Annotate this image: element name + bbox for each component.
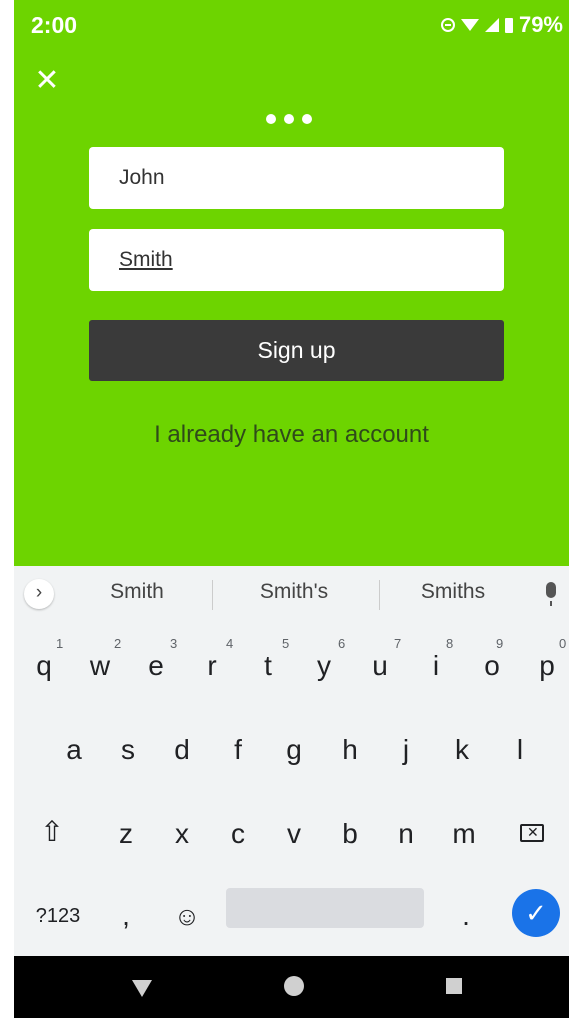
- suggestion-1[interactable]: Smith: [62, 580, 212, 604]
- key-m[interactable]: m: [446, 806, 482, 862]
- key-k[interactable]: k: [446, 722, 478, 778]
- key-w[interactable]: w2: [84, 636, 121, 694]
- key-comma[interactable]: ,: [114, 888, 138, 944]
- key-g[interactable]: g: [278, 722, 310, 778]
- key-z[interactable]: z: [110, 806, 142, 862]
- suggestion-strip: › Smith Smith's Smiths: [14, 566, 569, 622]
- status-time: 2:00: [31, 12, 78, 38]
- key-x[interactable]: x: [166, 806, 198, 862]
- checkmark-icon[interactable]: ✓: [512, 889, 560, 937]
- key-a[interactable]: a: [58, 722, 90, 778]
- key-i[interactable]: i8: [420, 636, 453, 694]
- backspace-icon[interactable]: [520, 824, 544, 842]
- first-name-field[interactable]: John: [89, 147, 504, 209]
- chevron-right-icon[interactable]: ›: [24, 579, 54, 609]
- recents-square-icon[interactable]: [446, 978, 462, 994]
- key-s[interactable]: s: [112, 722, 144, 778]
- key-y[interactable]: y6: [308, 636, 345, 694]
- suggestion-divider: [212, 580, 213, 610]
- last-name-value: Smith: [119, 248, 173, 271]
- key-o[interactable]: o9: [476, 636, 508, 694]
- key-row-2: a s d f g h j k l: [14, 722, 569, 778]
- key-t[interactable]: t5: [252, 636, 289, 694]
- status-icons: 79%: [440, 12, 563, 38]
- key-j[interactable]: j: [390, 722, 422, 778]
- signal-icon: [484, 18, 499, 32]
- key-period[interactable]: .: [454, 888, 478, 944]
- last-name-field[interactable]: Smith: [89, 229, 504, 291]
- back-triangle-icon[interactable]: [132, 980, 152, 997]
- home-circle-icon[interactable]: [284, 976, 304, 996]
- key-v[interactable]: v: [278, 806, 310, 862]
- key-l[interactable]: l: [504, 722, 536, 778]
- suggestion-3[interactable]: Smiths: [378, 580, 528, 604]
- mic-icon[interactable]: [546, 582, 556, 606]
- key-f[interactable]: f: [222, 722, 254, 778]
- sign-up-button[interactable]: Sign up: [89, 320, 504, 381]
- key-n[interactable]: n: [390, 806, 422, 862]
- key-r[interactable]: r4: [196, 636, 233, 694]
- key-row-1: q1 w2 e3 r4 t5 y6 u7 i8 o9 p0: [14, 636, 569, 694]
- emoji-icon[interactable]: ☺: [172, 888, 202, 944]
- key-c[interactable]: c: [222, 806, 254, 862]
- existing-account-link[interactable]: I already have an account: [14, 421, 569, 449]
- battery-icon: [504, 17, 513, 33]
- first-name-value: John: [119, 166, 165, 189]
- wifi-icon: [460, 19, 479, 31]
- key-p[interactable]: p0: [531, 636, 566, 694]
- key-u[interactable]: u7: [364, 636, 401, 694]
- battery-percent: 79%: [518, 12, 563, 37]
- more-dots-icon[interactable]: [266, 114, 312, 124]
- soft-keyboard: › Smith Smith's Smiths q1 w2 e3 r4 t5 y6…: [14, 566, 569, 956]
- key-q[interactable]: q1: [28, 636, 63, 694]
- key-h[interactable]: h: [334, 722, 366, 778]
- status-bar: 2:00 79%: [14, 0, 569, 52]
- symbols-key[interactable]: ?123: [26, 888, 90, 944]
- navigation-bar: [14, 956, 569, 1018]
- key-e[interactable]: e3: [140, 636, 177, 694]
- space-bar[interactable]: [226, 888, 424, 928]
- key-row-3: z x c v b n m: [14, 806, 569, 862]
- do-not-disturb-icon: [440, 18, 455, 32]
- key-d[interactable]: d: [166, 722, 198, 778]
- phone-screen: 2:00 79% ✕ John Smith Sign up I already …: [14, 0, 569, 1018]
- suggestion-2[interactable]: Smith's: [219, 580, 369, 604]
- key-b[interactable]: b: [334, 806, 366, 862]
- close-icon[interactable]: ✕: [32, 64, 62, 98]
